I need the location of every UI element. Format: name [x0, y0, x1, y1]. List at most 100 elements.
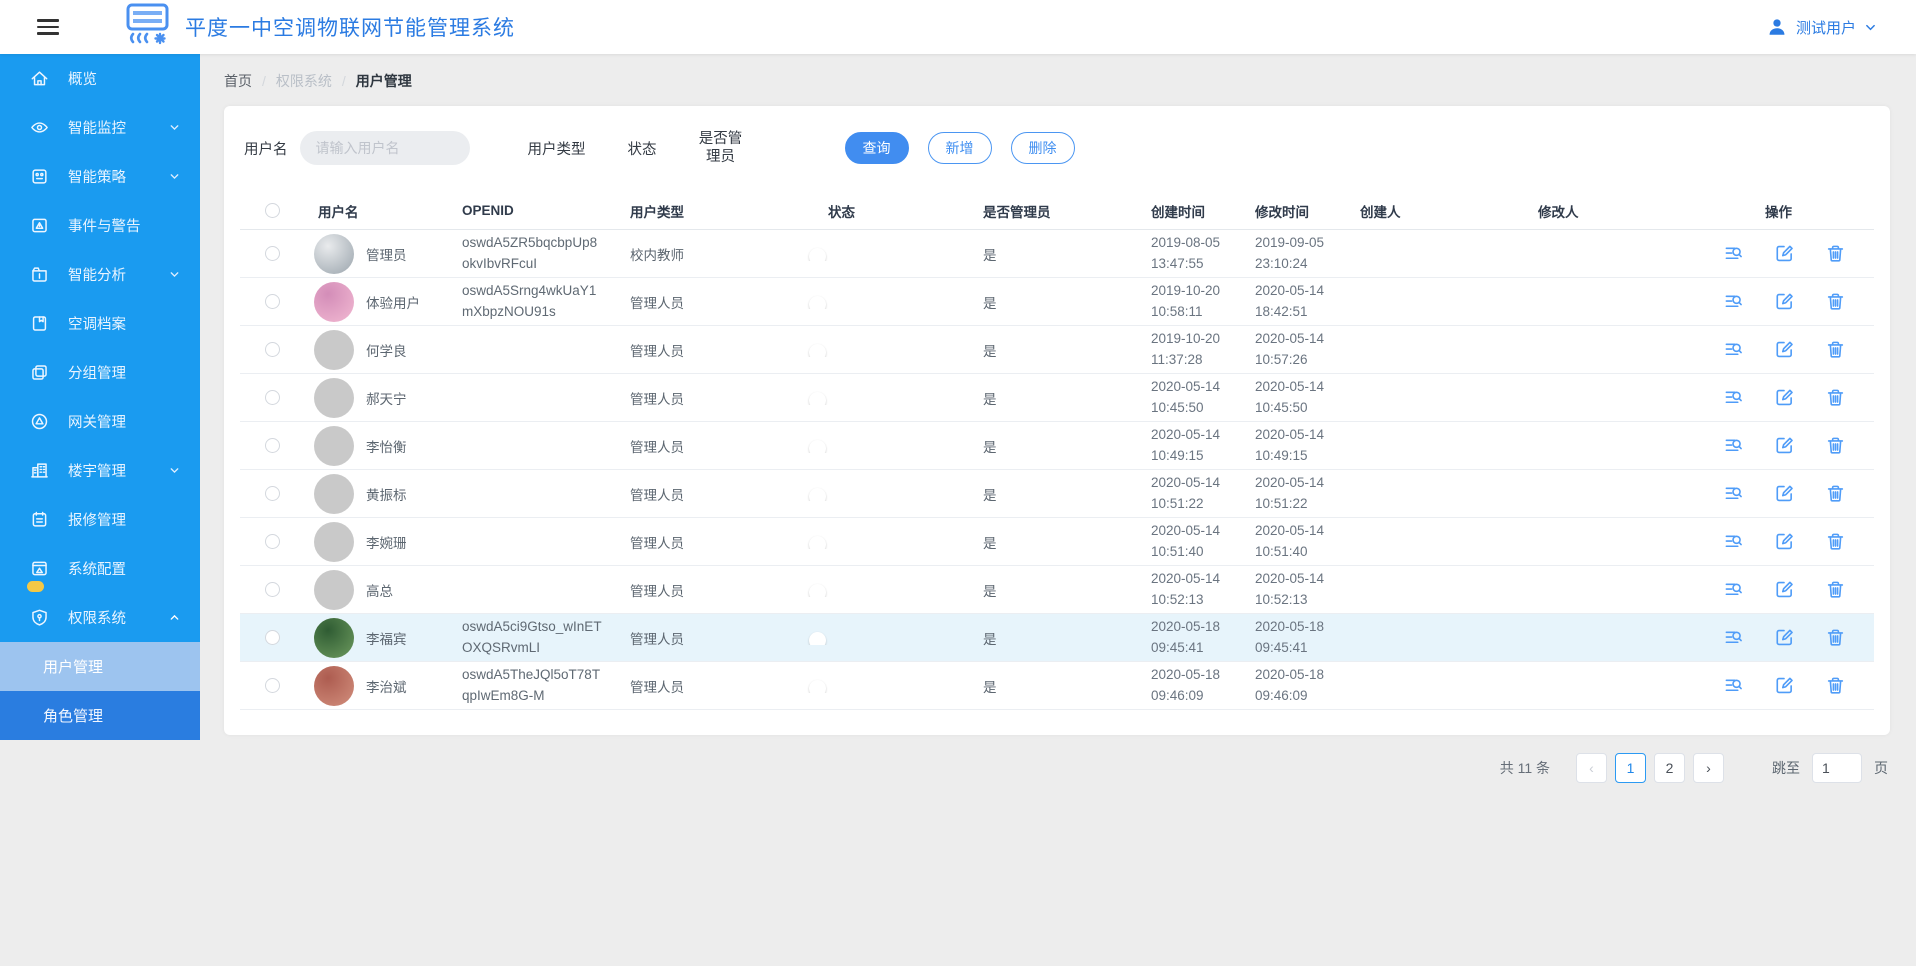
sidebar-item-label: 空调档案 [68, 317, 126, 333]
usertype-cell: 管理人员 [630, 535, 684, 551]
detail-icon[interactable] [1724, 532, 1743, 551]
breadcrumb-permission-system[interactable]: 权限系统 [276, 71, 332, 91]
modified-time-cell: 2020-05-14 18:42:51 [1255, 282, 1325, 319]
sidebar-item-overview[interactable]: 概览 [0, 54, 200, 103]
sidebar-item-sysconfig[interactable]: 系统配置 [0, 544, 200, 593]
delete-icon[interactable] [1826, 580, 1845, 599]
col-status: 状态 [828, 204, 855, 220]
delete-icon[interactable] [1826, 340, 1845, 359]
sidebar-item-ac-archive[interactable]: 空调档案 [0, 299, 200, 348]
row-select-radio[interactable] [264, 534, 280, 549]
is-admin-cell: 是 [983, 535, 997, 551]
edit-icon[interactable] [1775, 484, 1794, 503]
usertype-cell: 管理人员 [630, 391, 684, 407]
page-button-1[interactable]: 1 [1615, 753, 1646, 783]
row-select-radio[interactable] [264, 438, 280, 453]
avatar [314, 281, 354, 322]
usertype-dropdown-label: 用户类型 [527, 141, 586, 158]
sidebar-item-groups[interactable]: 分组管理 [0, 348, 200, 397]
table-body: 管理员 oswdA5ZR5bqcbpUp8okvIbvRFcuI 校内教师 是 … [240, 230, 1874, 710]
row-select-radio[interactable] [264, 342, 280, 357]
avatar [314, 569, 354, 610]
app-header: 平度一中空调物联网节能管理系统 测试用户 [0, 0, 1916, 54]
table-row: 黄振标 管理人员 是 2020-05-14 10:51:22 2020-05-1… [240, 470, 1874, 518]
detail-icon[interactable] [1724, 388, 1743, 407]
created-time-cell: 2019-10-20 11:37:28 [1151, 330, 1221, 367]
row-select-radio[interactable] [264, 630, 280, 645]
col-username: 用户名 [318, 204, 359, 220]
delete-icon[interactable] [1826, 292, 1845, 311]
modified-time-cell: 2020-05-14 10:52:13 [1255, 570, 1325, 607]
delete-icon[interactable] [1826, 532, 1845, 551]
delete-icon[interactable] [1826, 676, 1845, 695]
search-button[interactable]: 查询 [844, 132, 909, 164]
edit-icon[interactable] [1775, 340, 1794, 359]
row-select-radio[interactable] [264, 582, 280, 597]
row-select-radio[interactable] [264, 486, 280, 501]
delete-icon[interactable] [1826, 628, 1845, 647]
delete-icon[interactable] [1826, 436, 1845, 455]
edit-icon[interactable] [1775, 628, 1794, 647]
next-page-button[interactable]: › [1693, 753, 1724, 783]
created-time-cell: 2020-05-14 10:45:50 [1151, 378, 1221, 415]
sidebar-item-user-mgmt[interactable]: 用户管理 [0, 642, 200, 691]
avatar [314, 617, 354, 658]
notification-badge [27, 581, 44, 592]
detail-icon[interactable] [1724, 436, 1743, 455]
delete-icon[interactable] [1826, 388, 1845, 407]
breadcrumb-home[interactable]: 首页 [224, 71, 252, 91]
sidebar-item-repair[interactable]: 报修管理 [0, 495, 200, 544]
prev-page-button[interactable]: ‹ [1576, 753, 1607, 783]
delete-icon[interactable] [1826, 484, 1845, 503]
detail-icon[interactable] [1724, 244, 1743, 263]
username-input[interactable] [299, 131, 470, 165]
user-name-cell: 李怡衡 [366, 439, 407, 455]
group-icon [30, 363, 49, 382]
chevron-down-icon [169, 122, 180, 133]
edit-icon[interactable] [1775, 436, 1794, 455]
eye-icon [30, 118, 49, 137]
hamburger-menu-icon[interactable] [37, 15, 59, 39]
jump-to-label: 跳至 [1772, 760, 1800, 776]
detail-icon[interactable] [1724, 292, 1743, 311]
detail-icon[interactable] [1724, 676, 1743, 695]
sidebar-item-events[interactable]: 事件与警告 [0, 201, 200, 250]
detail-icon[interactable] [1724, 580, 1743, 599]
sidebar-item-monitor[interactable]: 智能监控 [0, 103, 200, 152]
edit-icon[interactable] [1775, 676, 1794, 695]
sidebar-item-building[interactable]: 楼宇管理 [0, 446, 200, 495]
row-select-radio[interactable] [264, 678, 280, 693]
sidebar-item-role-mgmt[interactable]: 角色管理 [0, 691, 200, 740]
page-button-2[interactable]: 2 [1654, 753, 1685, 783]
page-jump-input[interactable] [1812, 753, 1862, 783]
row-select-radio[interactable] [264, 246, 280, 261]
sidebar-item-analysis[interactable]: 智能分析 [0, 250, 200, 299]
add-button[interactable]: 新增 [927, 132, 992, 164]
sidebar-item-gateway[interactable]: 网关管理 [0, 397, 200, 446]
detail-icon[interactable] [1724, 340, 1743, 359]
app-title: 平度一中空调物联网节能管理系统 [185, 17, 515, 40]
edit-icon[interactable] [1775, 292, 1794, 311]
sidebar-item-label: 系统配置 [68, 562, 126, 578]
is-admin-cell: 是 [983, 487, 997, 503]
username-label: 用户名 [244, 141, 288, 158]
sidebar-item-label: 事件与警告 [68, 219, 141, 235]
breadcrumb-separator: / [262, 73, 266, 89]
delete-icon[interactable] [1826, 244, 1845, 263]
edit-icon[interactable] [1775, 580, 1794, 599]
detail-icon[interactable] [1724, 484, 1743, 503]
edit-icon[interactable] [1775, 532, 1794, 551]
edit-icon[interactable] [1775, 388, 1794, 407]
detail-icon[interactable] [1724, 628, 1743, 647]
delete-button[interactable]: 删除 [1010, 132, 1075, 164]
modified-time-cell: 2020-05-14 10:49:15 [1255, 426, 1325, 463]
row-select-radio[interactable] [264, 294, 280, 309]
sidebar-item-strategy[interactable]: 智能策略 [0, 152, 200, 201]
row-select-radio[interactable] [264, 390, 280, 405]
user-menu[interactable]: 测试用户 [1767, 17, 1876, 38]
edit-icon[interactable] [1775, 244, 1794, 263]
sidebar-item-permission[interactable]: 权限系统 [0, 593, 200, 642]
created-time-cell: 2020-05-18 09:45:41 [1151, 618, 1221, 655]
breadcrumb-current: 用户管理 [355, 73, 412, 89]
select-all-radio[interactable] [264, 203, 280, 218]
